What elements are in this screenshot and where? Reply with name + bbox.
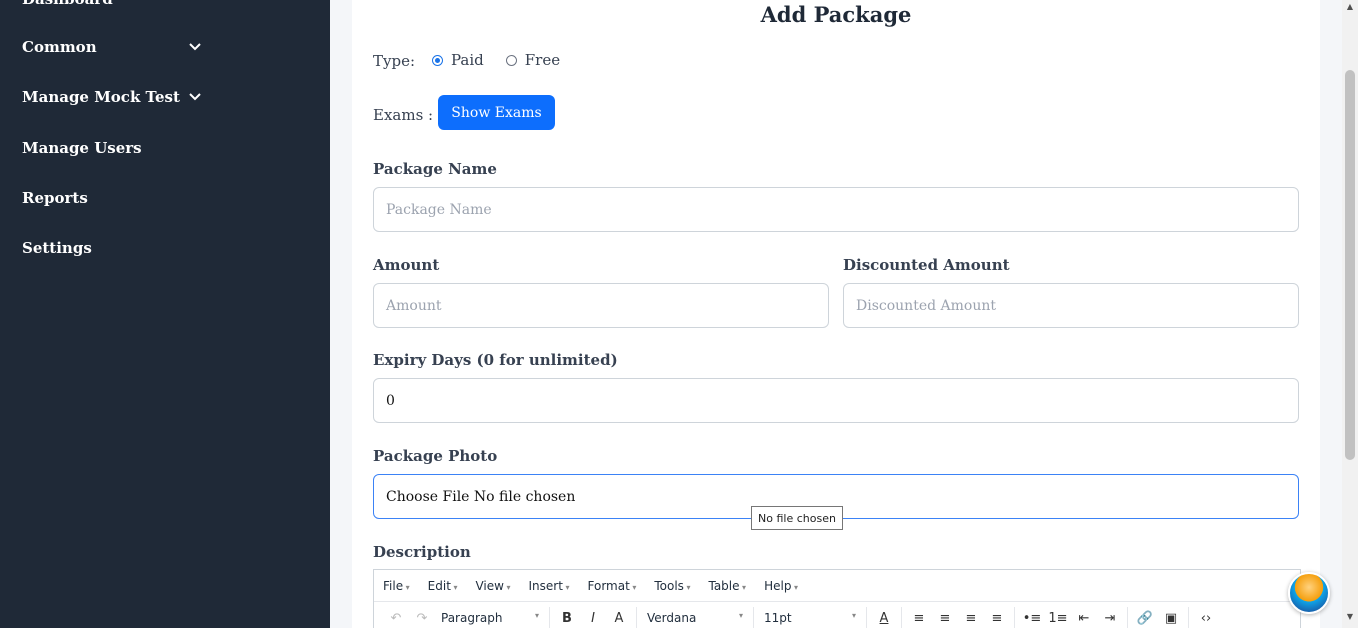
sidebar-item-common[interactable]: Common (22, 38, 202, 56)
toolbar-separator (549, 607, 550, 628)
description-label: Description (373, 543, 471, 561)
discounted-amount-label: Discounted Amount (843, 256, 1010, 274)
sidebar-item-manage-users[interactable]: Manage Users (22, 139, 202, 157)
input-placeholder: Package Name (386, 201, 492, 218)
expiry-days-input[interactable]: 0 (373, 378, 1299, 423)
sidebar-item-label: Reports (22, 189, 88, 207)
exams-label: Exams : (373, 106, 434, 124)
discounted-amount-input[interactable]: Discounted Amount (843, 283, 1299, 328)
image-icon[interactable]: ▣ (1158, 611, 1184, 626)
align-center-icon[interactable]: ≡ (932, 611, 958, 626)
type-paid-radio[interactable]: Paid (432, 51, 484, 69)
page-scrollbar[interactable]: ▲ ▼ (1342, 0, 1358, 628)
radio-checked-icon (432, 54, 443, 66)
file-input-text: Choose File No file chosen (386, 488, 576, 505)
sidebar-item-reports[interactable]: Reports (22, 189, 202, 207)
sidebar-item-label: Manage Users (22, 139, 142, 157)
toolbar-separator (1188, 607, 1189, 628)
menu-view[interactable]: View (475, 579, 510, 593)
sidebar-item-label: Common (22, 38, 97, 56)
sidebar-item-manage-mock-test[interactable]: Manage Mock Test (22, 88, 202, 106)
font-family-select[interactable]: Verdana (647, 611, 743, 625)
show-exams-button[interactable]: Show Exams (438, 95, 555, 130)
font-size-select[interactable]: 11pt (764, 611, 856, 625)
bold-icon[interactable]: B (554, 611, 580, 626)
toolbar-separator (636, 607, 637, 628)
toolbar-separator (753, 607, 754, 628)
type-free-radio[interactable]: Free (505, 51, 561, 69)
menu-format[interactable]: Format (588, 579, 637, 593)
menu-insert[interactable]: Insert (529, 579, 570, 593)
package-name-input[interactable]: Package Name (373, 187, 1299, 232)
add-package-card: Add Package Type: Paid Free Exams : Show… (352, 0, 1320, 628)
amount-label: Amount (373, 256, 440, 274)
menu-file[interactable]: File (383, 579, 410, 593)
radio-label: Free (524, 51, 561, 69)
font-family-value: Verdana (647, 611, 697, 625)
type-label: Type: (373, 52, 416, 70)
radio-label: Paid (451, 51, 484, 69)
text-color-icon[interactable]: A (871, 611, 897, 626)
align-left-icon[interactable]: ≡ (906, 611, 932, 626)
sidebar-item-settings[interactable]: Settings (22, 239, 202, 257)
toolbar-separator (901, 607, 902, 628)
sidebar-item-dashboard[interactable]: Dashboard (22, 0, 202, 8)
type-radio-group: Paid Free (432, 51, 582, 69)
scroll-down-icon[interactable]: ▼ (1345, 612, 1355, 622)
chevron-down-icon (189, 93, 201, 101)
indent-icon[interactable]: ⇥ (1097, 611, 1123, 626)
outdent-icon[interactable]: ⇤ (1071, 611, 1097, 626)
undo-icon[interactable]: ↶ (383, 611, 409, 626)
toolbar-separator (1014, 607, 1015, 628)
package-name-label: Package Name (373, 160, 497, 178)
package-photo-label: Package Photo (373, 447, 498, 465)
radio-unchecked-icon (505, 54, 517, 66)
rich-text-editor: File Edit View Insert Format Tools Table… (373, 569, 1301, 628)
menu-tools[interactable]: Tools (654, 579, 690, 593)
bullet-list-icon[interactable]: •≡ (1019, 611, 1045, 626)
sidebar-item-label: Manage Mock Test (22, 88, 180, 106)
input-placeholder: Amount (386, 297, 442, 314)
input-value: 0 (386, 392, 395, 409)
scroll-thumb[interactable] (1345, 70, 1355, 460)
input-placeholder: Discounted Amount (856, 297, 996, 314)
scroll-up-icon[interactable]: ▲ (1345, 2, 1355, 12)
source-code-icon[interactable]: ‹› (1193, 611, 1219, 626)
editor-menubar: File Edit View Insert Format Tools Table… (374, 570, 1300, 602)
amount-input[interactable]: Amount (373, 283, 829, 328)
expiry-days-label: Expiry Days (0 for unlimited) (373, 351, 618, 369)
menu-edit[interactable]: Edit (428, 579, 458, 593)
redo-icon[interactable]: ↷ (409, 611, 435, 626)
background-color-icon[interactable]: A (606, 611, 632, 626)
numbered-list-icon[interactable]: 1≡ (1045, 611, 1071, 626)
file-tooltip: No file chosen (751, 506, 843, 530)
align-right-icon[interactable]: ≡ (958, 611, 984, 626)
italic-icon[interactable]: I (580, 611, 606, 626)
block-format-value: Paragraph (441, 611, 503, 625)
toolbar-separator (866, 607, 867, 628)
sidebar-item-label: Dashboard (22, 0, 113, 8)
sidebar-item-label: Settings (22, 239, 92, 257)
sidebar: Dashboard Common Manage Mock Test Manage… (0, 0, 330, 628)
toolbar-separator (1127, 607, 1128, 628)
font-size-value: 11pt (764, 611, 792, 625)
floating-avatar-button[interactable] (1288, 572, 1330, 614)
menu-table[interactable]: Table (708, 579, 746, 593)
chevron-down-icon (189, 43, 201, 51)
editor-toolbar: ↶ ↷ Paragraph B I A Verdana 11pt A ≡ ≡ ≡… (374, 602, 1300, 628)
menu-help[interactable]: Help (764, 579, 798, 593)
link-icon[interactable]: 🔗 (1132, 611, 1158, 626)
page-title: Add Package (760, 2, 912, 27)
block-format-select[interactable]: Paragraph (441, 611, 539, 625)
align-justify-icon[interactable]: ≡ (984, 611, 1010, 626)
